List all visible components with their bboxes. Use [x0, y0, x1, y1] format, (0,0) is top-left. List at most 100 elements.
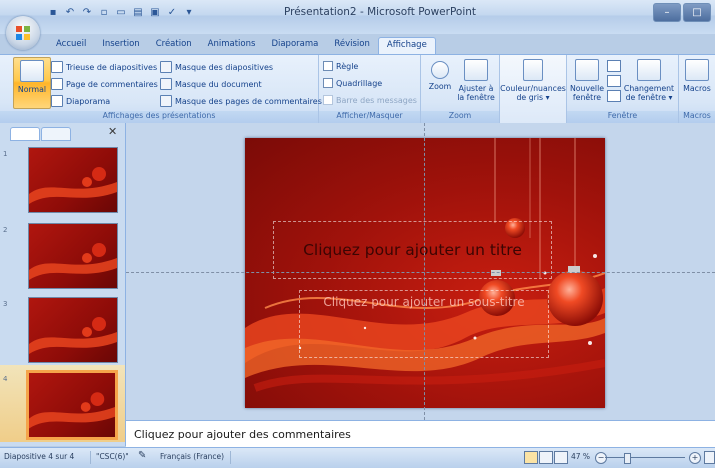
slide-canvas[interactable]: Cliquez pour ajouter un titre Cliquez po… [245, 138, 605, 408]
grid-checkbox[interactable]: Quadrillage [323, 78, 382, 88]
new-window-icon [575, 59, 599, 81]
group-show-hide: Règle Quadrillage Barre des messages Aff… [319, 55, 421, 123]
notes-master-button[interactable]: Masque des pages de commentaires [160, 95, 322, 107]
group-label-window: Fenêtre [567, 111, 678, 123]
ruler-checkbox[interactable]: Règle [323, 61, 358, 71]
message-bar-label: Barre des messages [336, 95, 417, 105]
close-pane-icon[interactable]: ✕ [108, 125, 117, 138]
language-status[interactable]: Français (France) [160, 452, 224, 461]
magnifier-icon [431, 61, 449, 79]
grid-label: Quadrillage [336, 78, 383, 88]
status-separator [90, 451, 91, 464]
tab-animations[interactable]: Animations [200, 37, 264, 54]
tab-outline[interactable] [41, 127, 71, 141]
slide-thumbnail-art [29, 317, 117, 354]
new-window-button[interactable]: Nouvelle fenêtre [569, 57, 605, 107]
arrange-all-icon[interactable] [607, 60, 621, 72]
sorter-view-status-icon[interactable] [539, 451, 553, 464]
tab-accueil[interactable]: Accueil [48, 37, 94, 54]
switch-window-button[interactable]: Changement de fenêtre ▾ [623, 57, 675, 107]
message-bar-checkbox[interactable]: Barre des messages [323, 95, 417, 105]
office-button[interactable] [6, 16, 40, 50]
dropdown-icon[interactable]: ▾ [182, 5, 196, 19]
notes-pane[interactable]: Cliquez pour ajouter des commentaires [126, 420, 715, 447]
group-label-views: Affichages des présentations [0, 111, 318, 123]
color-label-2: de gris ▾ [516, 93, 550, 102]
zoom-out-icon[interactable]: − [595, 452, 607, 464]
zoom-in-icon[interactable]: + [689, 452, 701, 464]
notes-page-icon [51, 78, 63, 90]
spelling-icon[interactable]: ✓ [165, 5, 179, 19]
group-macros: Macros Macros [679, 55, 715, 123]
zoom-level[interactable]: 47 % [571, 452, 590, 461]
zoom-button[interactable]: Zoom [425, 57, 455, 107]
window-title: Présentation2 - Microsoft PowerPoint [283, 6, 477, 18]
fit-label-1: Ajuster à [458, 84, 494, 93]
title-placeholder[interactable]: Cliquez pour ajouter un titre [273, 221, 552, 279]
slide-thumbnail[interactable] [28, 147, 118, 213]
move-split-icon[interactable] [607, 90, 621, 102]
tab-diaporama[interactable]: Diaporama [263, 37, 326, 54]
fit-slide-status-icon[interactable] [704, 451, 715, 464]
slideshow-icon [51, 95, 63, 107]
tab-insertion[interactable]: Insertion [94, 37, 147, 54]
undo-icon[interactable]: ↶ [63, 5, 77, 19]
slide-count-status: Diapositive 4 sur 4 [4, 452, 75, 461]
slide-sorter-button[interactable]: Trieuse de diapositives [51, 61, 157, 73]
slideshow-button[interactable]: Diaporama [51, 95, 110, 107]
color-grayscale-button[interactable]: Couleur/nuances de gris ▾ [500, 57, 566, 107]
slide-sorter-label: Trieuse de diapositives [66, 62, 158, 72]
slideshow-status-icon[interactable] [554, 451, 568, 464]
cascade-icon[interactable] [607, 75, 621, 87]
zoom-slider-track[interactable] [605, 457, 685, 458]
slide-thumbnail[interactable] [28, 297, 118, 363]
slide-master-icon [160, 61, 172, 73]
print-icon[interactable]: ▤ [131, 5, 145, 19]
new-window-label-1: Nouvelle [569, 84, 605, 93]
color-label-1: Couleur/nuances [500, 84, 566, 93]
normal-view-label: Normal [17, 85, 47, 94]
window-controls: – □ [653, 3, 711, 22]
color-grayscale-icon [523, 59, 543, 81]
theme-status[interactable]: "CSC(6)" [96, 452, 129, 461]
notes-placeholder: Cliquez pour ajouter des commentaires [134, 428, 351, 441]
slide-number: 1 [3, 150, 8, 158]
new-window-label-2: fenêtre [572, 93, 602, 102]
maximize-button[interactable]: □ [683, 3, 711, 22]
slide-thumbnail[interactable] [28, 223, 118, 289]
macros-label: Macros [683, 84, 711, 93]
fit-window-icon [464, 59, 488, 81]
open-icon[interactable]: ▭ [114, 5, 128, 19]
handout-master-button[interactable]: Masque du document [160, 78, 262, 90]
tab-slides[interactable] [10, 127, 40, 141]
preview-icon[interactable]: ▣ [148, 5, 162, 19]
normal-view-status-icon[interactable] [524, 451, 538, 464]
minimize-button[interactable]: – [653, 3, 681, 22]
zoom-label: Zoom [428, 82, 452, 91]
normal-view-icon [20, 60, 44, 82]
redo-icon[interactable]: ↷ [80, 5, 94, 19]
tab-creation[interactable]: Création [148, 37, 200, 54]
new-icon[interactable]: ▫ [97, 5, 111, 19]
grid-check-icon [323, 78, 333, 88]
tab-affichage[interactable]: Affichage [377, 37, 436, 55]
status-separator [230, 451, 231, 464]
tab-revision[interactable]: Révision [326, 37, 378, 54]
slide-thumbnail-selected[interactable] [26, 370, 118, 440]
fit-label-2: la fenêtre [457, 93, 495, 102]
zoom-slider-thumb[interactable] [624, 453, 631, 464]
spellcheck-icon[interactable]: ✎ [138, 450, 146, 461]
group-presentation-views: Normal Trieuse de diapositives Page de c… [0, 55, 322, 123]
slide-thumbnail-art [29, 392, 115, 429]
fit-to-window-button[interactable]: Ajuster à la fenêtre [457, 57, 495, 107]
message-bar-check-icon [323, 95, 333, 105]
switch-window-label-1: Changement [623, 84, 675, 93]
normal-view-button[interactable]: Normal [13, 57, 51, 109]
macros-icon [685, 59, 709, 81]
horizontal-guide[interactable] [126, 272, 715, 273]
save-icon[interactable]: ▪ [46, 5, 60, 19]
notes-page-button[interactable]: Page de commentaires [51, 78, 158, 90]
slide-master-button[interactable]: Masque des diapositives [160, 61, 273, 73]
macros-button[interactable]: Macros [681, 57, 713, 107]
ribbon: Normal Trieuse de diapositives Page de c… [0, 54, 715, 124]
